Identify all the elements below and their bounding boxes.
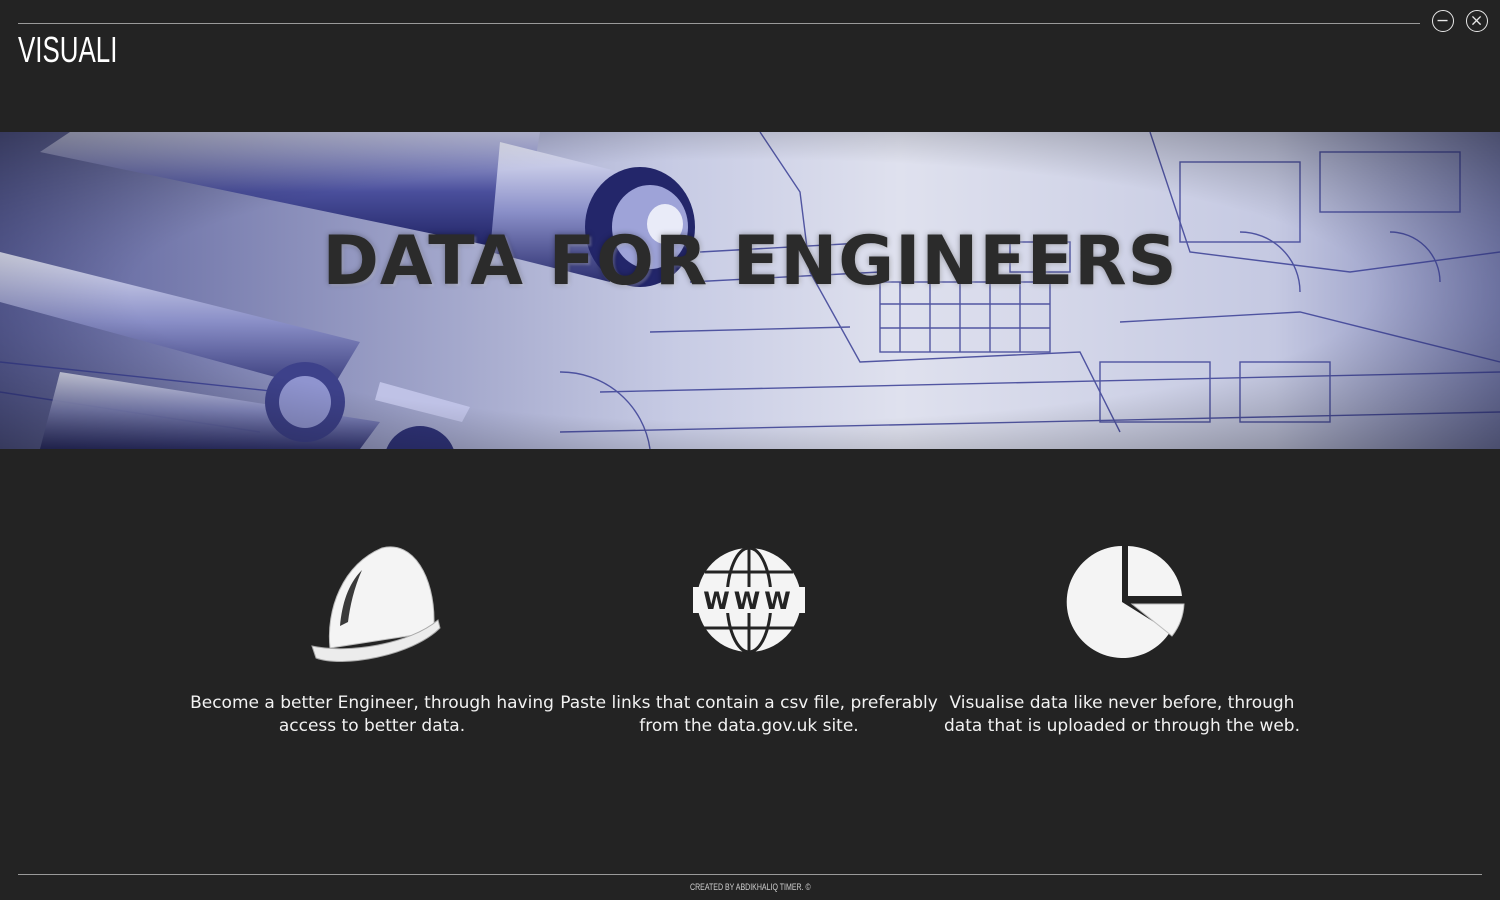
- footer-divider: [18, 874, 1482, 875]
- feature-text: Visualise data like never before, throug…: [943, 693, 1300, 736]
- x-circle-icon: [1471, 15, 1482, 26]
- copyright-symbol: ©: [805, 882, 811, 892]
- footer: Created by Abdikhaliq Timer. ©: [0, 881, 1500, 893]
- header-divider: [18, 23, 1420, 24]
- pie-chart-icon: [1052, 540, 1192, 670]
- minus-circle-icon: [1437, 19, 1448, 22]
- feature-text: Become a better Engineer, through having…: [190, 693, 554, 736]
- feature-text: Paste links that contain a csv file, pre…: [560, 693, 938, 736]
- hero-title: DATA FOR ENGINEERS: [322, 222, 1178, 301]
- globe-www-icon: WWW: [679, 540, 819, 670]
- footer-credit: Created by Abdikhaliq Timer.: [689, 882, 804, 892]
- svg-text:WWW: WWW: [703, 587, 794, 615]
- feature-visualise-data: Visualise data like never before, throug…: [932, 540, 1312, 738]
- app-window: VISUALI DATA FOR ENGINEERS Become a bett…: [0, 0, 1500, 900]
- minimize-button[interactable]: [1432, 10, 1454, 32]
- close-button[interactable]: [1466, 10, 1488, 32]
- hero-banner: DATA FOR ENGINEERS: [0, 132, 1500, 449]
- feature-paste-links: WWW Paste links that contain a csv file,…: [559, 540, 939, 738]
- hard-hat-icon: [302, 540, 442, 670]
- feature-better-engineer: Become a better Engineer, through having…: [182, 540, 562, 738]
- app-title: VISUALI: [18, 29, 118, 70]
